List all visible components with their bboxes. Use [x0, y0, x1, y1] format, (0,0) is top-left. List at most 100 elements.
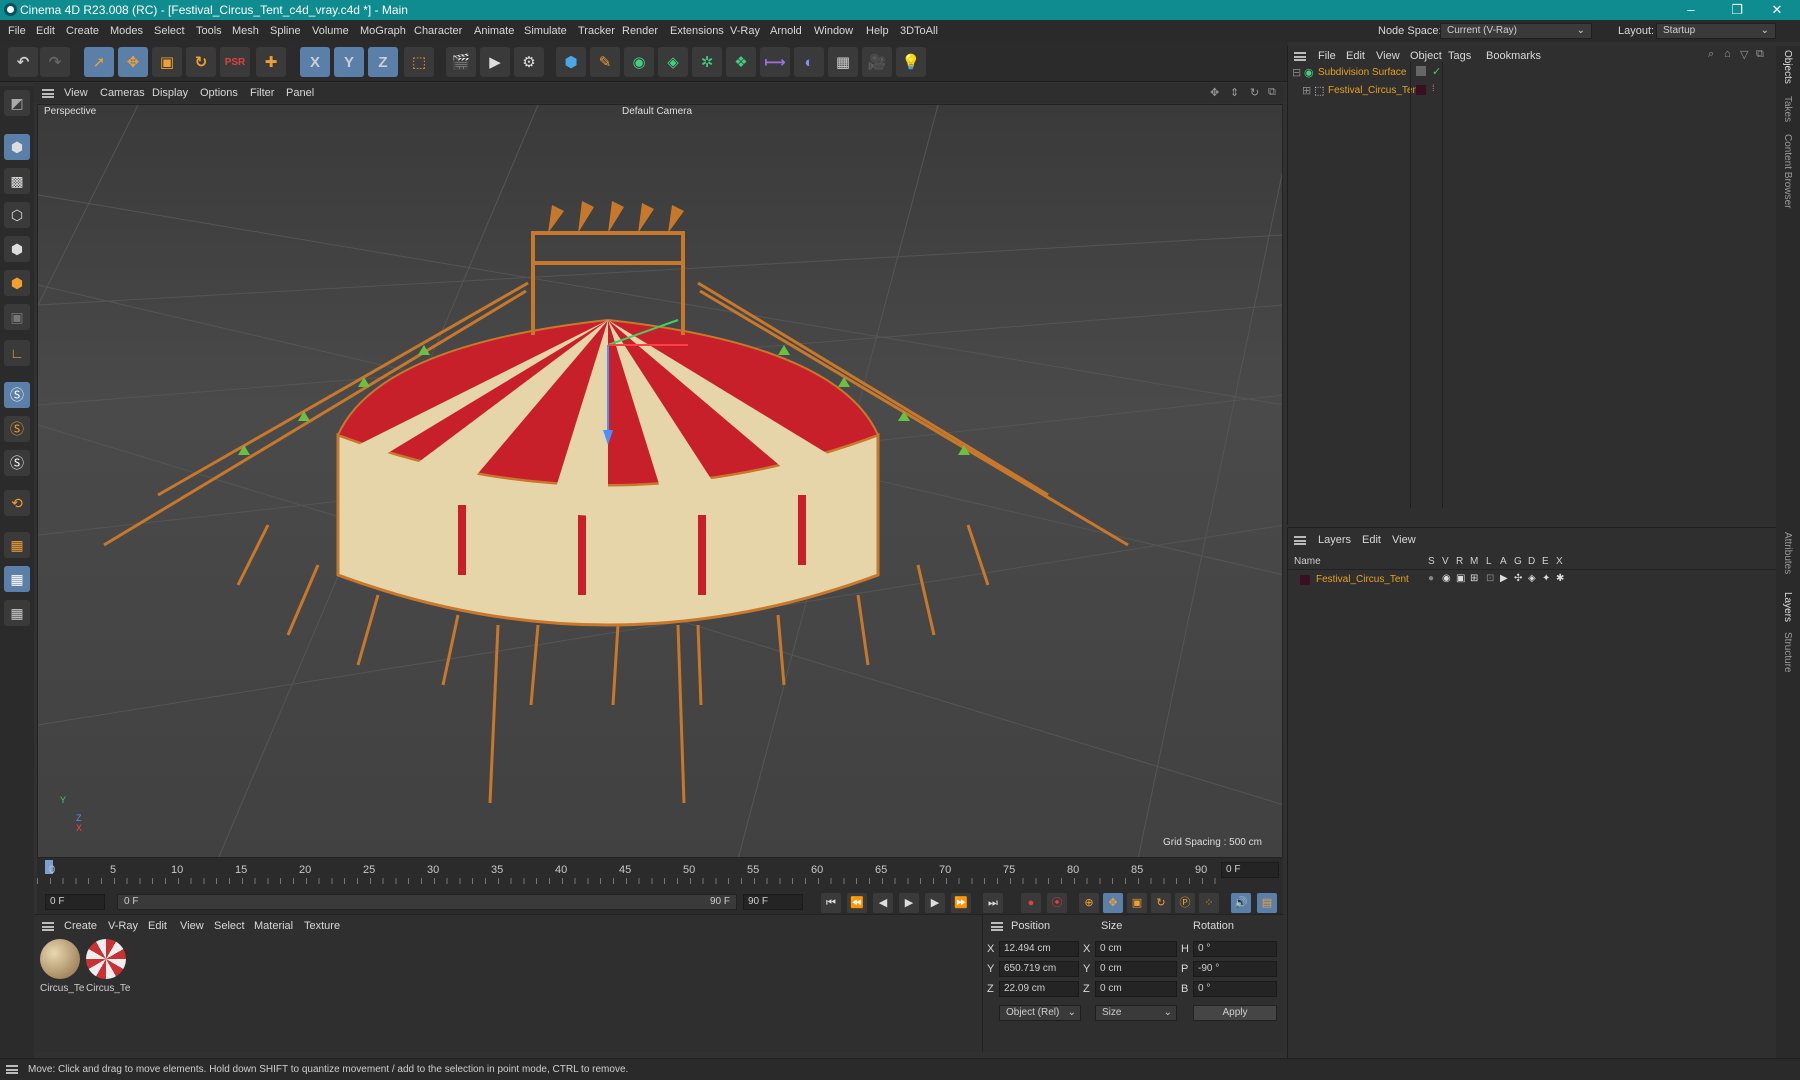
magnet-icon[interactable]: ⟲ [4, 490, 30, 516]
material-menu-view[interactable]: View [180, 920, 204, 932]
object-row[interactable]: ⊞ ⬚ Festival_Circus_Tent ⁞ [1288, 82, 1777, 100]
menu-mograph[interactable]: MoGraph [360, 25, 406, 37]
add-icon[interactable]: ✚ [256, 47, 286, 77]
frame-range-slider[interactable]: 0 F 90 F [117, 894, 737, 910]
tab-content-browser[interactable]: Content Browser [1782, 134, 1793, 208]
menu-render[interactable]: Render [622, 25, 658, 37]
camera-icon[interactable]: 🎥 [862, 47, 892, 77]
viewport-menu-options[interactable]: Options [200, 87, 238, 99]
objects-menu-object[interactable]: Object [1410, 50, 1442, 62]
material-menu-texture[interactable]: Texture [304, 920, 340, 932]
material-menu-edit[interactable]: Edit [148, 920, 167, 932]
next-key-icon[interactable]: ⏩ [951, 893, 971, 913]
camera-name[interactable]: Default Camera [618, 105, 696, 121]
menu-select[interactable]: Select [154, 25, 185, 37]
layout-dropdown[interactable]: Startup ⌄ [1656, 23, 1776, 39]
light-icon[interactable]: 💡 [896, 47, 926, 77]
material-label[interactable]: Circus_Te [40, 983, 84, 994]
undo-icon[interactable]: ↶ [8, 47, 38, 77]
material-swatch[interactable] [40, 939, 80, 979]
film-strip-icon[interactable]: ▤ [1257, 893, 1277, 913]
close-button[interactable]: ✕ [1754, 0, 1800, 20]
floor-icon[interactable]: ▦ [828, 47, 858, 77]
hamburger-icon[interactable] [1294, 52, 1306, 61]
tab-attributes[interactable]: Attributes [1782, 532, 1793, 574]
deformer-icon[interactable]: ◈ [1528, 573, 1536, 584]
orbit-icon[interactable]: ↻ [1250, 86, 1259, 99]
layer-name[interactable]: Festival_Circus_Tent [1316, 574, 1409, 585]
menu-edit[interactable]: Edit [36, 25, 55, 37]
subdivision-icon[interactable]: ◉ [624, 47, 654, 77]
menu-tracker[interactable]: Tracker [578, 25, 615, 37]
move-icon[interactable]: ✥ [118, 47, 148, 77]
rot-b-field[interactable]: 0 ° [1193, 981, 1277, 997]
material-menu-create[interactable]: Create [64, 920, 97, 932]
filter-icon[interactable]: ▽ [1740, 48, 1748, 61]
apply-button[interactable]: Apply [1193, 1005, 1277, 1021]
menu-character[interactable]: Character [414, 25, 462, 37]
size-y-field[interactable]: 0 cm [1095, 961, 1177, 977]
layers-menu-layers[interactable]: Layers [1318, 534, 1351, 546]
texture-mode-icon[interactable]: ▩ [4, 168, 30, 194]
menu-animate[interactable]: Animate [474, 25, 514, 37]
menu-spline[interactable]: Spline [270, 25, 301, 37]
pos-x-field[interactable]: 12.494 cm [999, 941, 1079, 957]
snap-mode-icon[interactable]: Ⓢ [4, 450, 30, 476]
size-x-field[interactable]: 0 cm [1095, 941, 1177, 957]
layer-col-locked[interactable]: L [1486, 556, 1492, 567]
polygons-mode-icon[interactable]: ⬢ [4, 270, 30, 296]
psr-icon[interactable]: PSR [220, 47, 250, 77]
tab-structure[interactable]: Structure [1782, 632, 1793, 673]
layer-color-swatch[interactable] [1300, 575, 1310, 585]
layers-menu-view[interactable]: View [1392, 534, 1416, 546]
timeline-ruler[interactable]: 0 5 10 15 20 25 30 35 40 45 50 55 60 65 … [37, 858, 1283, 890]
layers-menu-edit[interactable]: Edit [1362, 534, 1381, 546]
render-view-icon[interactable]: ▶ [480, 47, 510, 77]
render-settings-icon[interactable]: ⚙ [514, 47, 544, 77]
size-mode-dropdown[interactable]: Size ⌄ [1095, 1005, 1177, 1021]
snap-settings-icon[interactable]: Ⓢ [4, 416, 30, 442]
rotate-icon[interactable]: ↻ [186, 47, 216, 77]
workplane-icon[interactable]: ▦ [4, 532, 30, 558]
zoom-icon[interactable]: ⇕ [1230, 86, 1239, 99]
key-pla-icon[interactable]: ⁘ [1199, 893, 1219, 913]
viewport-menu-cameras[interactable]: Cameras [100, 87, 145, 99]
layer-col-expressions[interactable]: E [1542, 556, 1549, 567]
layer-col-solo[interactable]: S [1428, 556, 1435, 567]
size-z-field[interactable]: 0 cm [1095, 981, 1177, 997]
key-param-icon[interactable]: Ⓟ [1175, 893, 1195, 913]
tab-objects[interactable]: Objects [1782, 50, 1793, 84]
menu-3dtoall[interactable]: 3DToAll [900, 25, 938, 37]
timeline-settings-icon[interactable]: 🔊 [1231, 893, 1251, 913]
key-scale-icon[interactable]: ▣ [1127, 893, 1147, 913]
layer-col-render[interactable]: R [1456, 556, 1463, 567]
x-axis-icon[interactable]: X [300, 47, 330, 77]
objects-menu-file[interactable]: File [1318, 50, 1336, 62]
menu-tools[interactable]: Tools [196, 25, 222, 37]
lock-icon[interactable]: ⊡ [1486, 573, 1494, 584]
object-name[interactable]: Festival_Circus_Tent [1328, 85, 1421, 96]
start-frame-field[interactable]: 0 F [45, 894, 105, 910]
xref-icon[interactable]: ✱ [1556, 573, 1564, 584]
visibility-dots-icon[interactable]: ⁞ [1432, 83, 1435, 93]
prev-frame-icon[interactable]: ◀ [873, 893, 893, 913]
hamburger-icon[interactable] [42, 922, 54, 931]
grid-icon[interactable]: ▦ [4, 566, 30, 592]
layer-col-generators[interactable]: G [1514, 556, 1522, 567]
coord-mode-dropdown[interactable]: Object (Rel) ⌄ [999, 1005, 1081, 1021]
material-menu-select[interactable]: Select [214, 920, 245, 932]
layer-col-xref[interactable]: X [1556, 556, 1563, 567]
hamburger-icon[interactable] [991, 922, 1003, 931]
object-row[interactable]: ⊟ ◉ Subdivision Surface ✓ [1288, 64, 1777, 82]
objects-menu-edit[interactable]: Edit [1346, 50, 1365, 62]
render-icon[interactable]: ▣ [1456, 573, 1465, 584]
layer-col-deformers[interactable]: D [1528, 556, 1535, 567]
locked-workplane-icon[interactable]: ▦ [4, 600, 30, 626]
viewport-menu-filter[interactable]: Filter [250, 87, 274, 99]
sphere-field-icon[interactable]: ◐ [794, 47, 824, 77]
search-icon[interactable]: ⌕ [1708, 48, 1714, 61]
maximize-view-icon[interactable]: ⧉ [1268, 86, 1276, 99]
objects-menu-view[interactable]: View [1376, 50, 1400, 62]
rot-p-field[interactable]: -90 ° [1193, 961, 1277, 977]
rot-h-field[interactable]: 0 ° [1193, 941, 1277, 957]
